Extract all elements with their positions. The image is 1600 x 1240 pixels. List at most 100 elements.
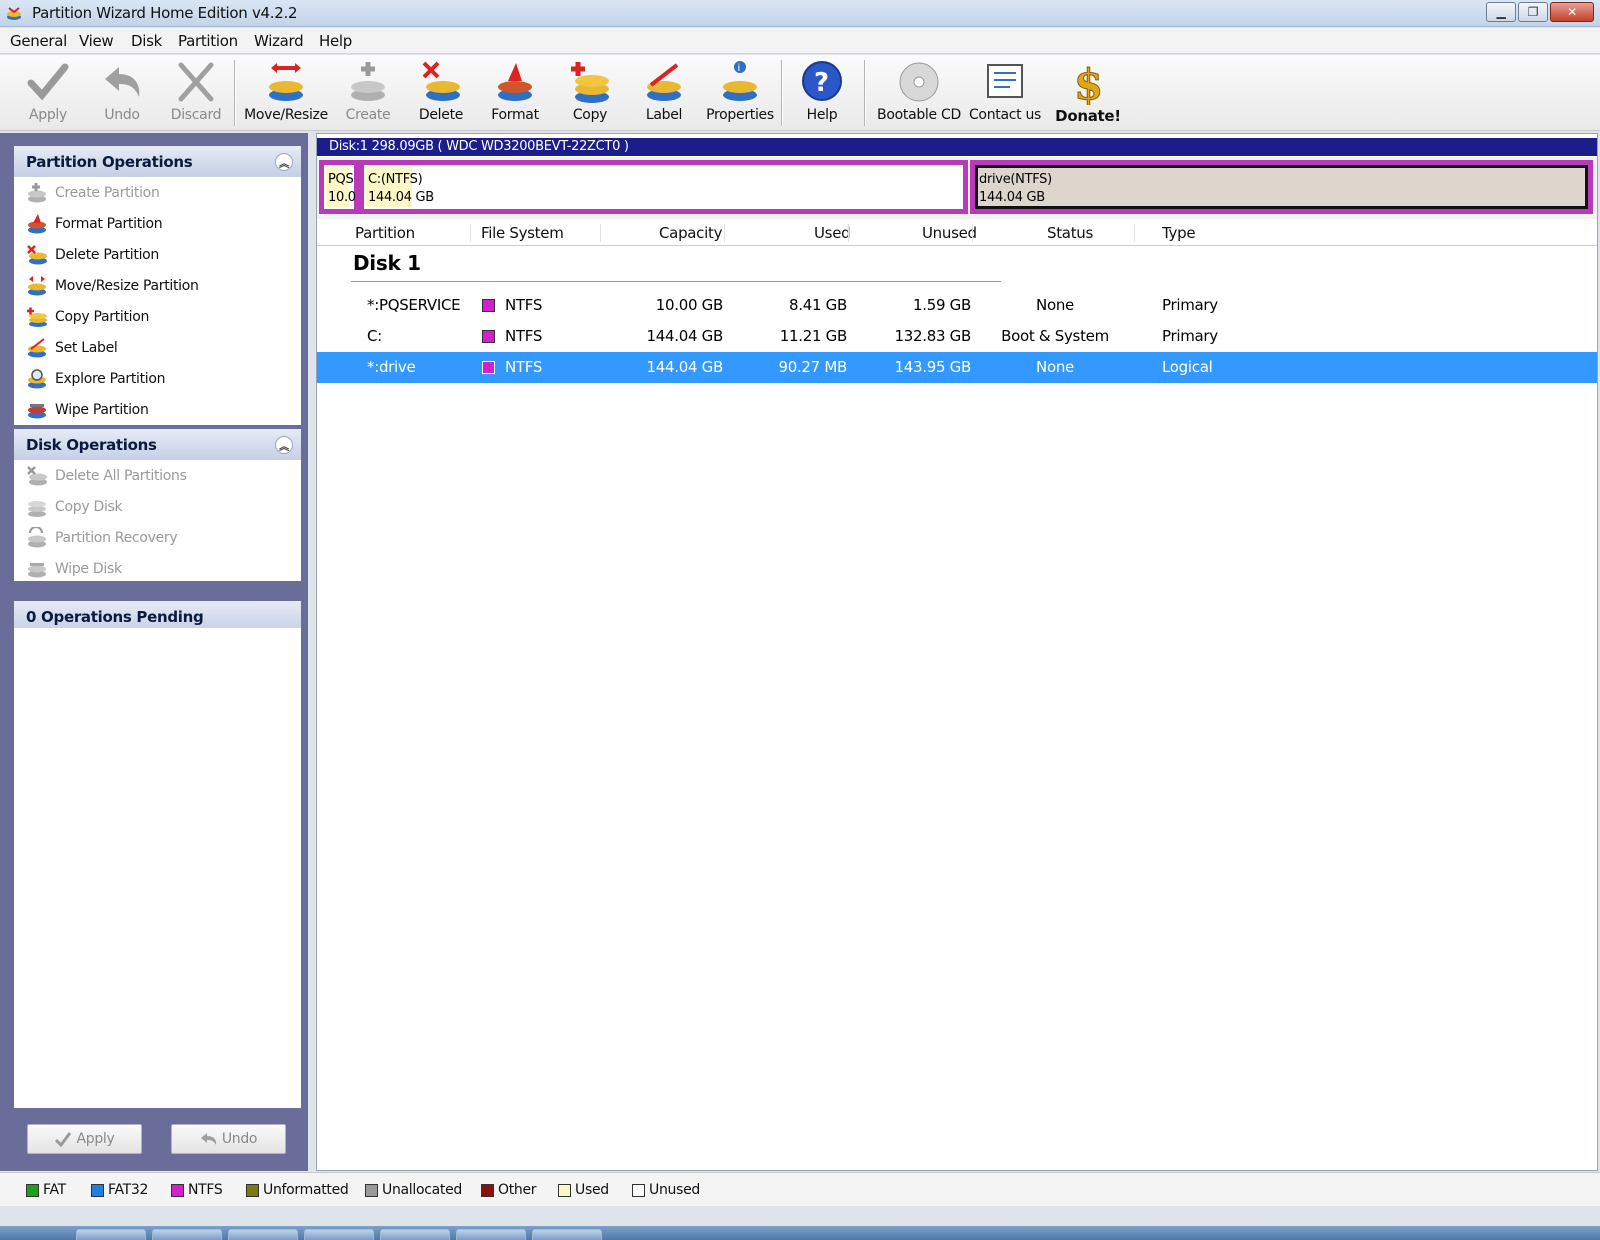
app-icon <box>7 7 21 20</box>
create-toolbar-button[interactable]: Create <box>340 59 396 129</box>
col-used[interactable]: Used <box>814 224 851 242</box>
copy-disk-item[interactable]: Copy Disk <box>14 491 301 522</box>
format-toolbar-button[interactable]: Format <box>486 59 544 129</box>
undo-arrow-icon <box>200 1133 216 1145</box>
create-partition-icon <box>351 62 385 101</box>
checkmark-icon <box>55 1132 72 1147</box>
col-unused[interactable]: Unused <box>922 224 977 242</box>
partition-recovery-item[interactable]: Partition Recovery <box>14 522 301 553</box>
disk-map-partition-c[interactable]: C:(NTFS) 144.04 GB <box>359 160 968 214</box>
partition-operations-header[interactable]: Partition Operations ︽ <box>14 146 301 177</box>
col-status[interactable]: Status <box>1047 224 1093 242</box>
svg-text:i: i <box>738 63 740 74</box>
menu-view[interactable]: View <box>79 32 114 50</box>
legend-used: Used <box>558 1182 609 1198</box>
legend-unformatted: Unformatted <box>246 1182 349 1198</box>
undo-arrow-icon <box>105 67 140 97</box>
delete-all-icon <box>27 465 47 485</box>
disk-map-partition-pqservice[interactable]: PQS 10.0 <box>319 160 359 214</box>
ntfs-color-swatch <box>482 330 495 343</box>
cell-type: Primary <box>1162 296 1218 314</box>
donate-toolbar-button[interactable]: $ Donate! <box>1054 59 1122 129</box>
col-partition[interactable]: Partition <box>355 224 415 242</box>
taskbar-button[interactable] <box>76 1229 146 1240</box>
legend-ntfs: NTFS <box>171 1182 223 1198</box>
table-row[interactable]: C: NTFS 144.04 GB 11.21 GB 132.83 GB Boo… <box>317 321 1597 352</box>
sidebar-apply-button[interactable]: Apply <box>27 1124 142 1154</box>
taskbar-button[interactable] <box>532 1229 602 1240</box>
cell-capacity: 144.04 GB <box>646 358 724 376</box>
cell-used: 90.27 MB <box>778 358 847 376</box>
cell-capacity: 10.00 GB <box>655 296 724 314</box>
menu-wizard[interactable]: Wizard <box>254 32 304 50</box>
copy-disk-icon <box>28 500 46 517</box>
cell-capacity: 144.04 GB <box>646 327 724 345</box>
cell-file-system: NTFS <box>505 358 543 376</box>
delete-partition-item[interactable]: Delete Partition <box>14 239 301 270</box>
legend-swatch <box>91 1183 104 1197</box>
menu-general[interactable]: General <box>10 32 67 50</box>
minimize-button[interactable]: ▁ <box>1486 2 1516 22</box>
legend-swatch <box>171 1183 184 1197</box>
wipe-disk-icon <box>28 562 46 577</box>
delete-all-partitions-item[interactable]: Delete All Partitions <box>14 460 301 491</box>
svg-text:$: $ <box>1074 60 1103 105</box>
wipe-disk-item[interactable]: Wipe Disk <box>14 553 301 584</box>
table-row-selected[interactable]: *:drive NTFS 144.04 GB 90.27 MB 143.95 G… <box>317 352 1597 383</box>
create-partition-item[interactable]: Create Partition <box>14 177 301 208</box>
disk-operations-header[interactable]: Disk Operations ︽ <box>14 429 301 460</box>
legend-other: Other <box>481 1182 537 1198</box>
help-toolbar-button[interactable]: ? Help <box>796 59 848 129</box>
pending-operations-list[interactable] <box>14 628 301 1108</box>
window-controls: ▁ ❐ ✕ <box>1486 2 1594 22</box>
cell-used: 8.41 GB <box>789 296 847 314</box>
label-toolbar-button[interactable]: Label <box>636 59 692 129</box>
discard-toolbar-button[interactable]: Discard <box>168 59 224 129</box>
table-row[interactable]: *:PQSERVICE NTFS 10.00 GB 8.41 GB 1.59 G… <box>317 290 1597 321</box>
legend-unallocated: Unallocated <box>365 1182 462 1198</box>
close-button[interactable]: ✕ <box>1550 2 1594 22</box>
taskbar-button[interactable] <box>304 1229 374 1240</box>
set-label-item[interactable]: Set Label <box>14 332 301 363</box>
col-file-system[interactable]: File System <box>481 224 564 242</box>
copy-toolbar-button[interactable]: Copy <box>562 59 618 129</box>
disk-map-partition-drive[interactable]: drive(NTFS) 144.04 GB <box>970 160 1593 214</box>
menu-help[interactable]: Help <box>319 32 352 50</box>
contact-us-toolbar-button[interactable]: Contact us <box>969 59 1041 129</box>
collapse-icon[interactable]: ︽ <box>275 153 293 171</box>
taskbar-button[interactable] <box>380 1229 450 1240</box>
dollar-icon: $ <box>1074 60 1104 106</box>
disk-header-bar[interactable]: Disk:1 298.09GB ( WDC WD3200BEVT-22ZCT0 … <box>317 138 1597 156</box>
sidebar-undo-button[interactable]: Undo <box>171 1124 286 1154</box>
explore-partition-item[interactable]: Explore Partition <box>14 363 301 394</box>
format-partition-item[interactable]: Format Partition <box>14 208 301 239</box>
bootable-cd-toolbar-button[interactable]: Bootable CD <box>877 59 961 129</box>
legend-swatch <box>365 1183 378 1197</box>
taskbar-button[interactable] <box>228 1229 298 1240</box>
label-icon <box>28 337 46 357</box>
taskbar-button[interactable] <box>456 1229 526 1240</box>
main-panel: Disk:1 298.09GB ( WDC WD3200BEVT-22ZCT0 … <box>316 133 1598 1171</box>
properties-toolbar-button[interactable]: i Properties <box>704 59 776 129</box>
move-resize-partition-item[interactable]: Move/Resize Partition <box>14 270 301 301</box>
copy-partition-icon <box>571 62 609 103</box>
cell-type: Primary <box>1162 327 1218 345</box>
wipe-partition-item[interactable]: Wipe Partition <box>14 394 301 425</box>
undo-toolbar-button[interactable]: Undo <box>96 59 148 129</box>
menu-partition[interactable]: Partition <box>178 32 238 50</box>
apply-toolbar-button[interactable]: Apply <box>22 59 74 129</box>
col-capacity[interactable]: Capacity <box>659 224 722 242</box>
menu-disk[interactable]: Disk <box>131 32 162 50</box>
cell-file-system: NTFS <box>505 296 543 314</box>
col-type[interactable]: Type <box>1162 224 1196 242</box>
copy-partition-item[interactable]: Copy Partition <box>14 301 301 332</box>
contact-form-icon <box>987 64 1023 98</box>
cell-unused: 1.59 GB <box>913 296 971 314</box>
move-resize-toolbar-button[interactable]: Move/Resize <box>242 59 330 129</box>
format-partition-icon <box>498 63 532 101</box>
taskbar-button[interactable] <box>152 1229 222 1240</box>
restore-button[interactable]: ❐ <box>1518 2 1548 22</box>
legend-swatch <box>558 1183 571 1197</box>
collapse-icon[interactable]: ︽ <box>275 436 293 454</box>
delete-toolbar-button[interactable]: Delete <box>412 59 470 129</box>
